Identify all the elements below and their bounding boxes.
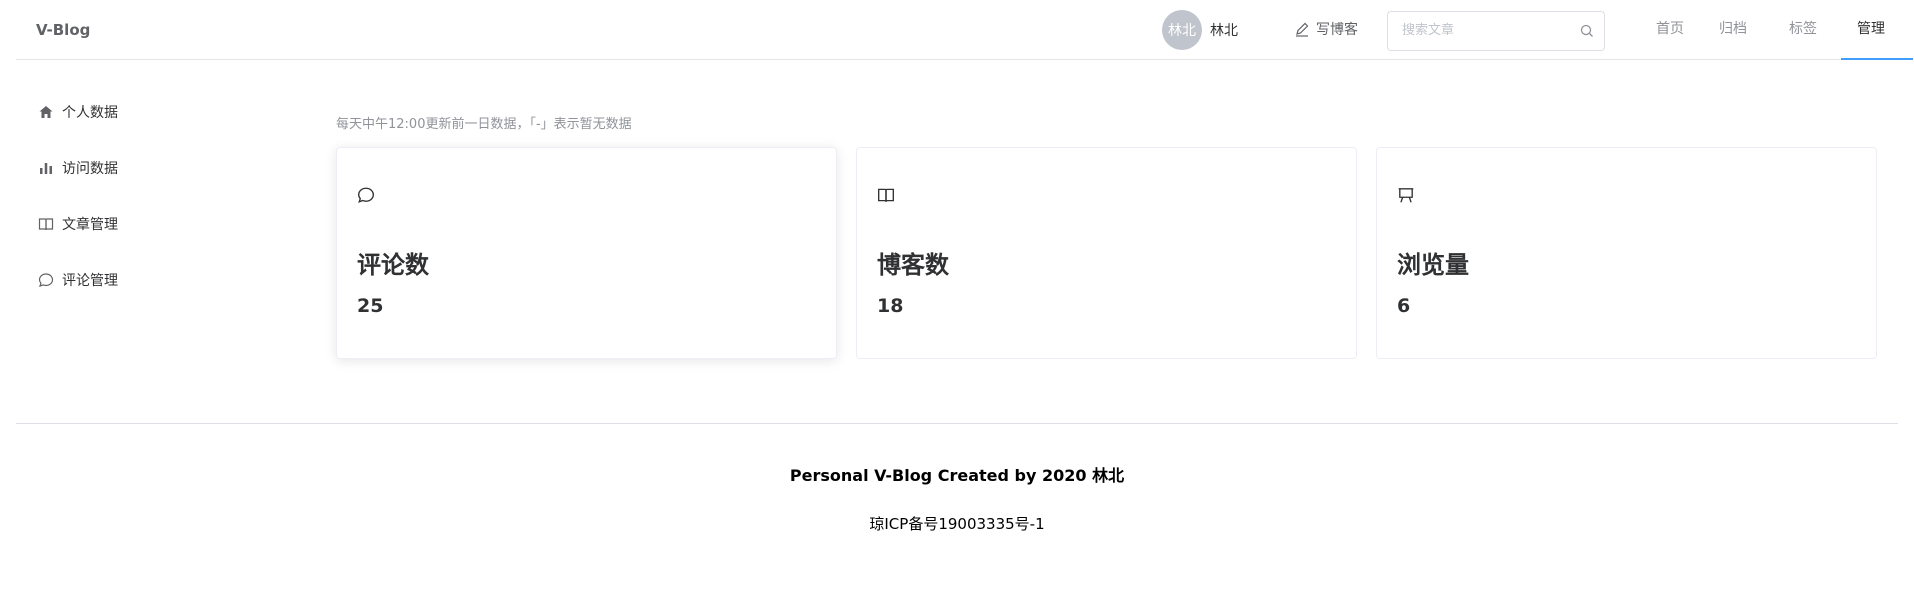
sidebar-item-label: 个人数据 [62, 105, 118, 121]
book-icon [38, 218, 54, 231]
card-title: 评论数 [357, 251, 429, 279]
nav-item-admin[interactable]: 管理 [1841, 0, 1913, 60]
stat-card-blogs[interactable]: 博客数 18 [856, 147, 1357, 359]
card-value: 18 [877, 295, 904, 317]
card-value: 6 [1397, 295, 1411, 317]
nav-item-tags[interactable]: 标签 [1773, 0, 1841, 60]
comment-icon [358, 187, 374, 203]
write-blog-link[interactable]: 写博客 [1294, 19, 1358, 39]
search-box [1387, 11, 1605, 51]
comment-icon [38, 273, 54, 287]
write-blog-label: 写博客 [1316, 22, 1358, 38]
username[interactable]: 林北 [1210, 20, 1238, 40]
nav-item-home[interactable]: 首页 [1640, 0, 1703, 60]
sidebar-item-label: 评论管理 [62, 273, 118, 289]
home-icon [39, 106, 53, 118]
book-icon [878, 188, 894, 202]
top-header: V-Blog 林北 林北 写博客 首页 归档 标签 管理 [16, 0, 1913, 60]
user-menu[interactable]: 林北 林北 [1162, 10, 1238, 50]
footer-credit: Personal V-Blog Created by 2020 林北 [789, 466, 1125, 485]
nav-item-archive[interactable]: 归档 [1703, 0, 1773, 60]
update-notice: 每天中午12:00更新前一日数据，「-」表示暂无数据 [336, 117, 632, 132]
stat-card-comments[interactable]: 评论数 25 [336, 147, 837, 359]
sidebar-item-personal-data[interactable]: 个人数据 [16, 84, 256, 140]
sidebar-item-label: 访问数据 [62, 161, 118, 177]
edit-icon [1296, 22, 1309, 37]
footer-divider [16, 423, 1898, 424]
sidebar-item-article-management[interactable]: 文章管理 [16, 196, 256, 252]
card-title: 博客数 [877, 251, 949, 279]
sidebar-item-visit-data[interactable]: 访问数据 [16, 140, 256, 196]
search-icon[interactable] [1580, 24, 1594, 38]
presentation-icon [1398, 188, 1414, 203]
sidebar-item-label: 文章管理 [62, 217, 118, 233]
bar-chart-icon [40, 163, 52, 174]
sidebar-item-comment-management[interactable]: 评论管理 [16, 252, 256, 308]
site-logo[interactable]: V-Blog [36, 21, 90, 39]
sidebar-menu: 个人数据 访问数据 文章管理 评论管理 [16, 84, 256, 308]
main-nav: 首页 归档 标签 管理 [1640, 0, 1913, 60]
footer-icp-link[interactable]: 琼ICP备号19003335号-1 [0, 513, 1914, 534]
card-title: 浏览量 [1397, 251, 1469, 279]
card-value: 25 [357, 295, 384, 317]
avatar[interactable]: 林北 [1162, 10, 1202, 50]
search-input[interactable] [1402, 12, 1582, 48]
stat-card-views[interactable]: 浏览量 6 [1376, 147, 1877, 359]
